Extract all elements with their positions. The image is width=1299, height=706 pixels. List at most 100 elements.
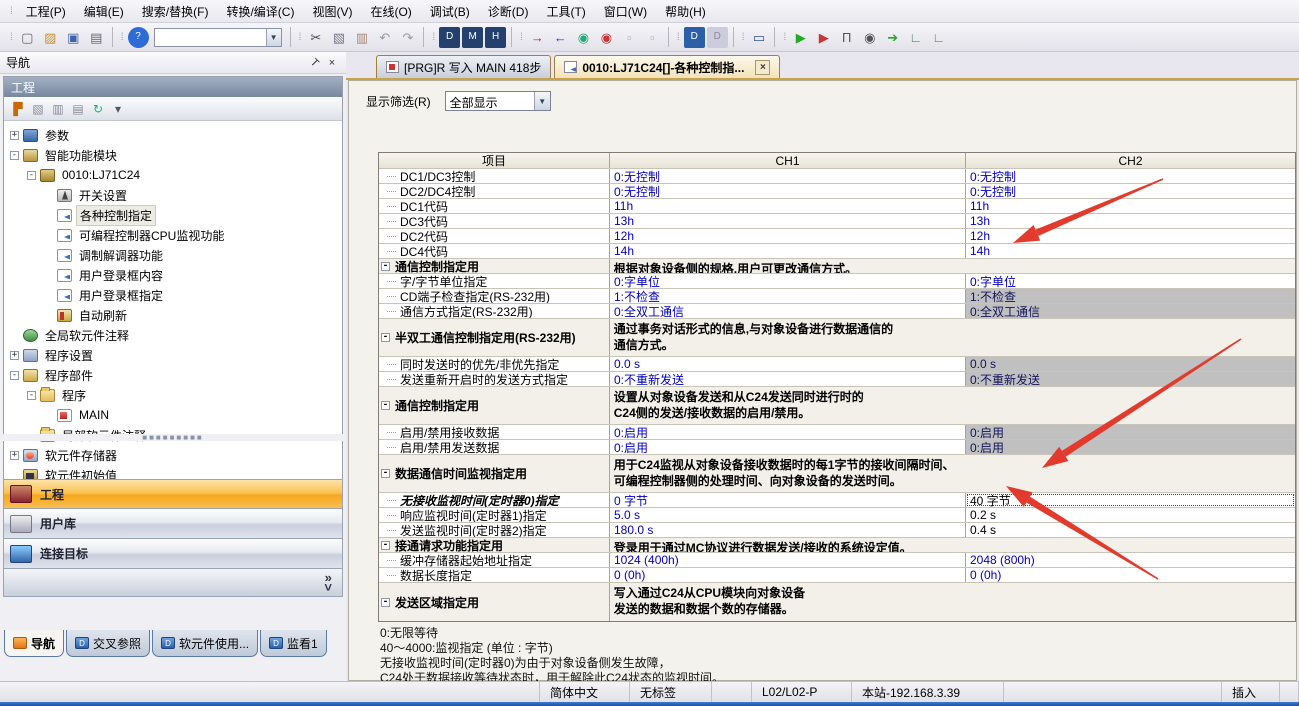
dock-tab-1[interactable]: 监看1 bbox=[260, 630, 327, 657]
menu-item[interactable]: 工程(P) bbox=[17, 0, 75, 23]
monitor-window-icon[interactable]: ▭ bbox=[748, 27, 769, 48]
menu-item[interactable]: 编辑(E) bbox=[75, 0, 133, 23]
new-data-icon[interactable]: ▛ bbox=[8, 99, 28, 118]
menu-item[interactable]: 在线(O) bbox=[361, 0, 420, 23]
ch2-value-cell[interactable]: 40 字节 bbox=[966, 493, 1295, 507]
paste-data-icon[interactable]: ▥ bbox=[48, 99, 68, 118]
new-project-icon[interactable]: ▢ bbox=[17, 27, 38, 48]
open-project-icon[interactable]: ▨ bbox=[40, 27, 61, 48]
menu-item[interactable]: 工具(T) bbox=[537, 0, 594, 23]
collapse-icon[interactable]: - bbox=[381, 469, 390, 478]
expand-icon[interactable]: + bbox=[10, 131, 19, 140]
document-tab[interactable]: [PRG]R 写入 MAIN 418步 bbox=[376, 55, 551, 78]
tree-item[interactable]: -0010:LJ71C24 bbox=[4, 165, 342, 185]
ch1-value-cell[interactable]: 0 (0h) bbox=[610, 568, 966, 582]
ch2-value-cell[interactable]: 0:全双工通信 bbox=[966, 304, 1295, 318]
data-property-icon[interactable]: ▤ bbox=[68, 99, 88, 118]
find-device-icon[interactable]: ◉ bbox=[573, 27, 594, 48]
tree-item[interactable]: 调制解调器功能 bbox=[4, 245, 342, 265]
tree-item[interactable]: +参数 bbox=[4, 125, 342, 145]
ch2-value-cell[interactable]: 14h bbox=[966, 244, 1295, 258]
help-icon[interactable]: ? bbox=[128, 27, 149, 48]
tree-item[interactable]: -智能功能模块 bbox=[4, 145, 342, 165]
collapse-icon[interactable]: - bbox=[381, 541, 390, 550]
ch1-value-cell[interactable]: 0:启用 bbox=[610, 440, 966, 454]
ch1-value-cell[interactable]: 14h bbox=[610, 244, 966, 258]
expand-icon[interactable]: + bbox=[10, 451, 19, 460]
find-instruction-icon[interactable]: ◉ bbox=[596, 27, 617, 48]
menu-item[interactable]: 视图(V) bbox=[303, 0, 361, 23]
dock-tab-[interactable]: 交叉参照 bbox=[66, 630, 150, 657]
chevron-down-icon[interactable]: ▼ bbox=[534, 92, 550, 110]
tree-item[interactable]: 全局软元件注释 bbox=[4, 325, 342, 345]
dock-tab-[interactable]: 导航 bbox=[4, 630, 64, 657]
ch1-value-cell[interactable]: 11h bbox=[610, 199, 966, 213]
device-comment-icon[interactable]: D bbox=[439, 27, 460, 48]
ch2-value-cell[interactable]: 0.2 s bbox=[966, 508, 1295, 522]
print-icon[interactable]: ▤ bbox=[86, 27, 107, 48]
menu-item[interactable]: 调试(B) bbox=[421, 0, 479, 23]
ch2-value-cell[interactable]: 0:无控制 bbox=[966, 169, 1295, 183]
collapse-icon[interactable]: - bbox=[10, 371, 19, 380]
redo-icon[interactable]: ↷ bbox=[397, 27, 418, 48]
view-button-project[interactable]: 工程 bbox=[3, 479, 343, 509]
menu-item[interactable]: 窗口(W) bbox=[595, 0, 656, 23]
panel-splitter-handle[interactable]: ■■■■■■■■■ bbox=[3, 434, 343, 441]
collapse-icon[interactable]: - bbox=[27, 171, 36, 180]
tree-item[interactable]: 用户登录框内容 bbox=[4, 265, 342, 285]
tree-item[interactable]: +程序设置 bbox=[4, 345, 342, 365]
device-monitor-icon[interactable]: M bbox=[462, 27, 483, 48]
tree-item[interactable]: +软元件存储器 bbox=[4, 445, 342, 465]
menu-item[interactable]: 转换/编译(C) bbox=[217, 0, 303, 23]
tree-item[interactable]: MAIN bbox=[4, 405, 342, 425]
copy-data-icon[interactable]: ▧ bbox=[28, 99, 48, 118]
watch-start-icon[interactable]: ◉ bbox=[859, 27, 880, 48]
ch2-value-cell[interactable]: 0:字单位 bbox=[966, 274, 1295, 288]
save-project-icon[interactable]: ▣ bbox=[63, 27, 84, 48]
ch2-value-cell[interactable]: 0.4 s bbox=[966, 523, 1295, 537]
ch2-value-cell[interactable]: 0:不重新发送 bbox=[966, 372, 1295, 386]
ladder-monitor-icon[interactable]: ∟ bbox=[905, 27, 926, 48]
ch2-value-cell[interactable]: 0 (0h) bbox=[966, 568, 1295, 582]
ch1-value-cell[interactable]: 0:不重新发送 bbox=[610, 372, 966, 386]
sort-filter-icon[interactable]: ▾ bbox=[108, 99, 128, 118]
cut-icon[interactable]: ✂ bbox=[305, 27, 326, 48]
expand-icon[interactable]: + bbox=[10, 351, 19, 360]
chevron-down-icon[interactable]: ▼ bbox=[266, 29, 281, 46]
device-test-icon[interactable]: H bbox=[485, 27, 506, 48]
tree-item[interactable]: -程序部件 bbox=[4, 365, 342, 385]
read-from-plc-icon[interactable]: ← bbox=[550, 27, 571, 48]
toolbar-combobox[interactable]: ▼ bbox=[154, 28, 282, 47]
pin-icon[interactable]: T bbox=[306, 55, 322, 70]
copy-icon[interactable]: ▧ bbox=[328, 27, 349, 48]
device-display-icon[interactable]: D bbox=[684, 27, 705, 48]
ch2-value-cell[interactable]: 13h bbox=[966, 214, 1295, 228]
view-expander-button[interactable]: »˅ bbox=[3, 569, 343, 597]
ch1-value-cell[interactable]: 0:无控制 bbox=[610, 169, 966, 183]
device-display-off-icon[interactable]: D bbox=[707, 27, 728, 48]
view-button-connect[interactable]: 连接目标 bbox=[3, 539, 343, 569]
ch1-value-cell[interactable]: 12h bbox=[610, 229, 966, 243]
document-tab[interactable]: 0010:LJ71C24[]-各种控制指...× bbox=[554, 55, 780, 78]
undo-icon[interactable]: ↶ bbox=[374, 27, 395, 48]
refresh-icon[interactable]: ↻ bbox=[88, 99, 108, 118]
view-button-userlib[interactable]: 用户库 bbox=[3, 509, 343, 539]
ch1-value-cell[interactable]: 0:启用 bbox=[610, 425, 966, 439]
collapse-icon[interactable]: - bbox=[381, 333, 390, 342]
close-tab-icon[interactable]: × bbox=[755, 60, 770, 75]
monitor-start-icon[interactable]: ▶ bbox=[790, 27, 811, 48]
find-coil-icon[interactable]: ▫ bbox=[642, 27, 663, 48]
collapse-icon[interactable]: - bbox=[27, 391, 36, 400]
monitor-stop-icon[interactable]: ▶ bbox=[813, 27, 834, 48]
ch2-value-cell[interactable]: 0:无控制 bbox=[966, 184, 1295, 198]
monitor-pulse-icon[interactable]: Π bbox=[836, 27, 857, 48]
paste-icon[interactable]: ▥ bbox=[351, 27, 372, 48]
ch1-value-cell[interactable]: 0:无控制 bbox=[610, 184, 966, 198]
menu-item[interactable]: 搜索/替换(F) bbox=[133, 0, 218, 23]
ch1-value-cell[interactable]: 0 字节 bbox=[610, 493, 966, 507]
ch2-value-cell[interactable]: 1:不检查 bbox=[966, 289, 1295, 303]
jump-icon[interactable]: ➔ bbox=[882, 27, 903, 48]
ch1-value-cell[interactable]: 1:不检查 bbox=[610, 289, 966, 303]
ch1-value-cell[interactable]: 0.0 s bbox=[610, 357, 966, 371]
dock-tab-[interactable]: 软元件使用... bbox=[152, 630, 258, 657]
